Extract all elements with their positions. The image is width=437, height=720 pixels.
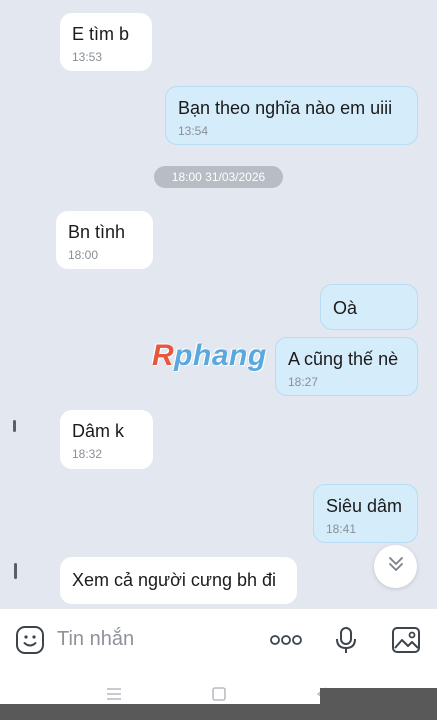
message-bubble-outgoing[interactable]: Bạn theo nghĩa nào em uiii 13:54 (165, 86, 418, 145)
message-text: Siêu dâm (326, 496, 403, 516)
message-bubble-outgoing[interactable]: Oà (320, 284, 418, 330)
avatar[interactable] (13, 420, 16, 432)
watermark-logo: Rphang (152, 339, 267, 373)
message-text: Bn tình (68, 222, 126, 242)
message-time: 13:54 (178, 124, 209, 138)
watermark-word: phang (174, 339, 267, 372)
message-input[interactable]: Tin nhắn (57, 627, 134, 651)
message-text: Dâm k (72, 421, 125, 441)
menu-icon[interactable] (104, 684, 124, 704)
message-bubble-outgoing[interactable]: A cũng thế nè 18:27 (275, 337, 418, 396)
message-text: A cũng thế nè (288, 349, 399, 369)
message-time: 13:53 (72, 50, 103, 64)
message-bubble-outgoing[interactable]: Siêu dâm 18:41 (313, 484, 418, 543)
message-time: 18:27 (288, 375, 319, 389)
microphone-icon[interactable] (331, 625, 361, 655)
message-time: 18:41 (326, 522, 357, 536)
message-text: E tìm b (72, 24, 130, 44)
message-time: 18:32 (72, 447, 103, 461)
home-icon[interactable] (209, 684, 229, 704)
watermark-letter: R (152, 339, 175, 372)
scroll-to-bottom-button[interactable] (374, 545, 417, 588)
date-divider: 18:00 31/03/2026 (154, 166, 283, 188)
chevron-double-down-icon (387, 555, 405, 578)
avatar[interactable] (14, 563, 17, 579)
message-bubble-incoming[interactable]: E tìm b 13:53 (60, 13, 152, 71)
message-time: 18:00 (68, 248, 99, 262)
message-bubble-incoming[interactable]: Xem cả người cưng bh đi (60, 557, 297, 604)
message-bubble-incoming[interactable]: Bn tình 18:00 (56, 211, 153, 269)
image-icon[interactable] (391, 625, 421, 655)
message-text: Xem cả người cưng bh đi (72, 570, 277, 590)
message-bubble-incoming[interactable]: Dâm k 18:32 (60, 410, 153, 469)
overlay-strip (0, 704, 437, 720)
more-options-icon[interactable] (269, 625, 303, 655)
emoji-icon[interactable] (15, 625, 45, 655)
chat-area[interactable]: E tìm b 13:53 Bạn theo nghĩa nào em uiii… (0, 0, 437, 608)
message-text: Oà (333, 298, 358, 318)
message-input-bar: Tin nhắn (0, 608, 437, 671)
message-text: Bạn theo nghĩa nào em uiii (178, 98, 393, 118)
